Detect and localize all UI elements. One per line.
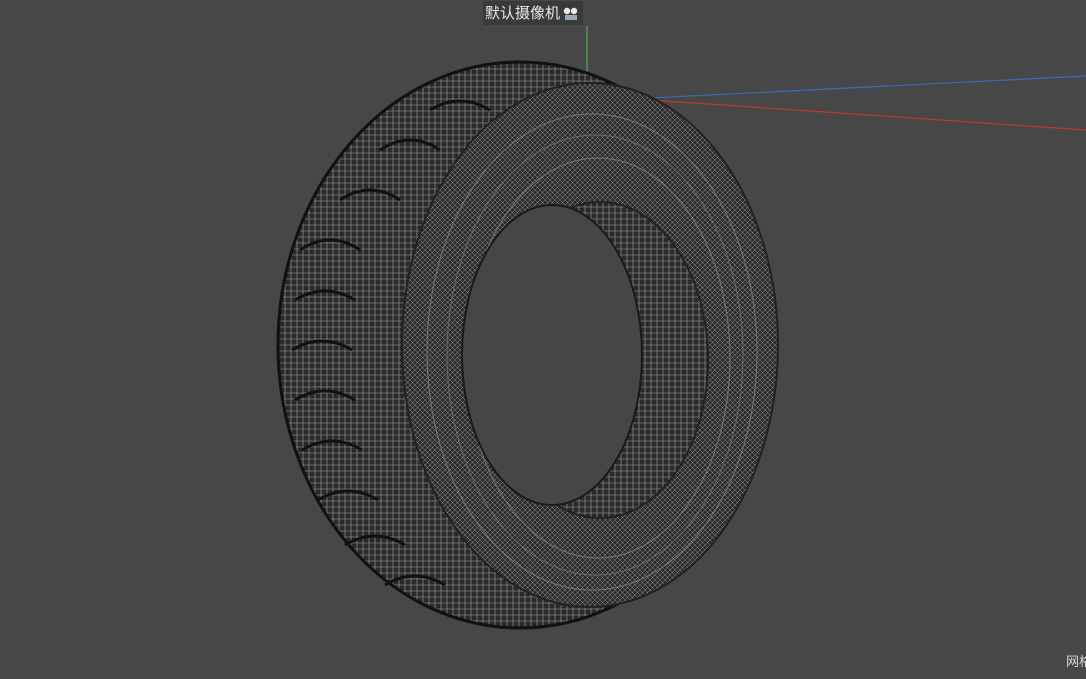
tire-wireframe-scene[interactable] (0, 0, 1086, 679)
3d-viewport[interactable]: 默认摄像机 网格 (0, 0, 1086, 679)
camera-icon[interactable] (562, 4, 580, 22)
axis-z-line (649, 75, 1086, 99)
viewport-corner-label: 网格 (1066, 655, 1086, 670)
axis-x-line (649, 99, 1086, 131)
camera-label[interactable]: 默认摄像机 (483, 1, 584, 25)
camera-name: 默认摄像机 (485, 4, 561, 22)
tire-model[interactable] (276, 60, 779, 630)
